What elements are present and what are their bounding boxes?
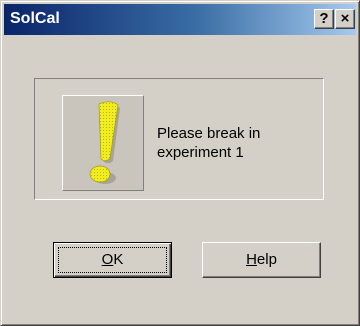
help-button-label: Help — [246, 251, 277, 268]
message-panel: Please break in experiment 1 — [34, 78, 324, 200]
help-mnemonic: H — [246, 251, 257, 268]
help-button[interactable]: Help — [202, 242, 321, 278]
dialog-window: SolCal ? × Please break in experiment 1 … — [0, 0, 360, 326]
message-text: Please break in experiment 1 — [157, 124, 307, 162]
title-bar[interactable]: SolCal ? × — [4, 4, 356, 35]
ok-button[interactable]: OK — [53, 242, 172, 278]
ok-mnemonic: O — [101, 251, 114, 268]
help-label-rest: elp — [256, 251, 277, 268]
window-title: SolCal — [10, 10, 60, 27]
context-help-button[interactable]: ? — [314, 9, 334, 29]
close-button[interactable]: × — [335, 9, 355, 29]
message-line-2: experiment 1 — [157, 144, 244, 161]
ok-label-rest: K — [113, 251, 124, 268]
message-line-1: Please break in — [157, 125, 261, 142]
ok-button-label: OK — [102, 251, 124, 268]
exclamation-icon — [62, 95, 144, 191]
